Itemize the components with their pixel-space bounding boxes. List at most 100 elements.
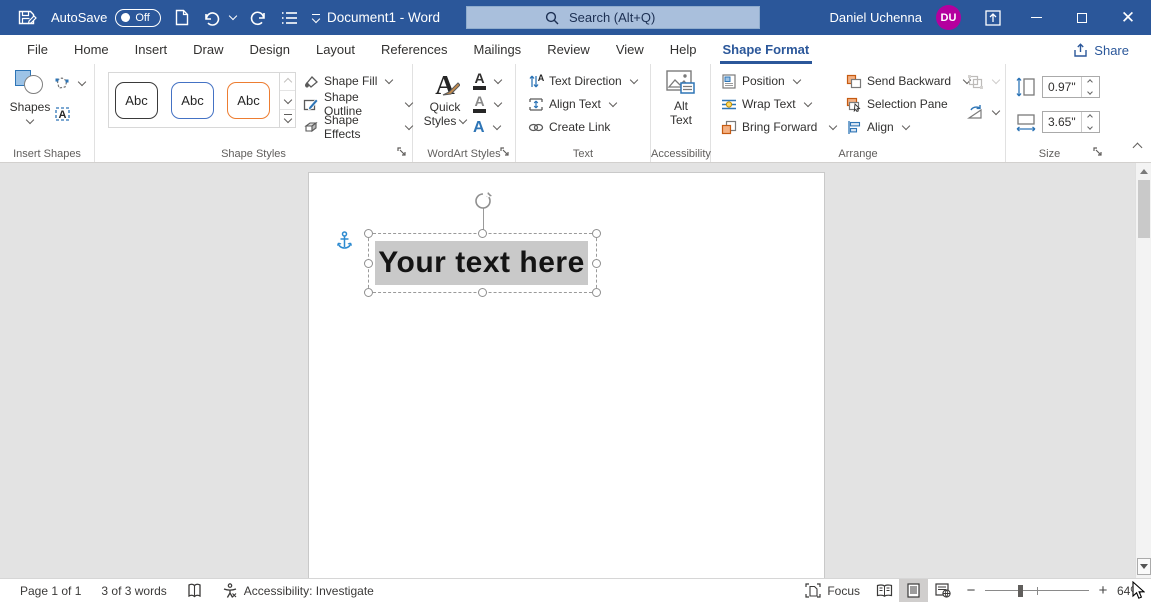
gallery-down-button[interactable] [280, 91, 295, 109]
shape-width-input[interactable] [1043, 115, 1081, 129]
zoom-in-button[interactable]: + [1097, 582, 1109, 599]
gallery-more-button[interactable] [280, 110, 295, 127]
text-effects-button[interactable]: A [473, 116, 501, 138]
align-button[interactable]: Align [846, 116, 970, 138]
shape-effects-button[interactable]: Shape Effects [303, 116, 412, 138]
size-dialog-launcher-icon[interactable] [1093, 147, 1105, 159]
avatar[interactable]: DU [936, 5, 961, 30]
resize-handle-ne[interactable] [592, 229, 601, 238]
resize-handle-w[interactable] [364, 259, 373, 268]
tab-design[interactable]: Design [237, 35, 303, 64]
shape-width-field [1042, 111, 1100, 133]
accessibility-status[interactable]: Accessibility: Investigate [212, 579, 384, 602]
autosave-control[interactable]: AutoSave Off [51, 9, 161, 27]
create-link-button[interactable]: Create Link [528, 116, 637, 138]
tab-references[interactable]: References [368, 35, 460, 64]
autosave-toggle[interactable]: Off [115, 9, 161, 27]
page-indicator[interactable]: Page 1 of 1 [0, 579, 91, 602]
shape-style-blue[interactable]: Abc [171, 82, 214, 119]
shape-height-spinner[interactable] [1081, 77, 1097, 97]
resize-handle-n[interactable] [478, 229, 487, 238]
quick-styles-icon: A [428, 70, 462, 100]
shape-outline-button[interactable]: Shape Outline [303, 93, 412, 115]
quick-styles-button[interactable]: A Quick Styles [419, 70, 471, 128]
edit-shape-icon [54, 76, 70, 91]
bring-forward-chevron-icon[interactable] [829, 121, 837, 129]
alt-text-button[interactable]: Alt Text [659, 70, 703, 127]
shape-height-icon [1016, 77, 1036, 97]
alt-text-label-1: Alt [674, 99, 688, 113]
tab-view[interactable]: View [603, 35, 657, 64]
redo-icon[interactable] [250, 10, 267, 26]
print-layout-icon [907, 583, 920, 598]
wrap-text-button[interactable]: Wrap Text [721, 93, 836, 115]
proofing-status[interactable] [177, 579, 212, 602]
resize-handle-se[interactable] [592, 288, 601, 297]
tab-home[interactable]: Home [61, 35, 122, 64]
new-document-icon[interactable] [175, 9, 189, 26]
maximize-button[interactable] [1059, 0, 1105, 35]
search-box[interactable] [466, 6, 760, 29]
shape-style-orange[interactable]: Abc [227, 82, 270, 119]
save-icon[interactable] [18, 9, 37, 26]
rotate-handle[interactable] [473, 191, 493, 210]
web-layout-button[interactable] [928, 579, 957, 602]
collapse-ribbon-icon[interactable] [1130, 138, 1141, 156]
scroll-up-button[interactable] [1137, 164, 1151, 179]
focus-button[interactable]: Focus [795, 579, 870, 602]
selected-text-box[interactable]: Your text here [368, 233, 597, 293]
tab-mailings[interactable]: Mailings [461, 35, 535, 64]
resize-handle-e[interactable] [592, 259, 601, 268]
customize-qat-icon[interactable] [312, 14, 320, 22]
selection-pane-button[interactable]: Selection Pane [846, 93, 970, 115]
bullet-list-icon[interactable] [281, 11, 298, 25]
tab-shape-format[interactable]: Shape Format [710, 35, 823, 64]
ribbon-display-options-icon[interactable] [985, 10, 1001, 26]
tab-draw[interactable]: Draw [180, 35, 236, 64]
tab-layout[interactable]: Layout [303, 35, 368, 64]
position-button[interactable]: Position [721, 70, 836, 92]
scrollbar-thumb[interactable] [1138, 180, 1150, 238]
text-fill-button[interactable]: A [473, 70, 501, 92]
tab-insert[interactable]: Insert [122, 35, 181, 64]
send-backward-button[interactable]: Send Backward [846, 70, 970, 92]
text-box-text[interactable]: Your text here [375, 241, 588, 285]
undo-button[interactable] [203, 7, 236, 29]
text-direction-button[interactable]: A Text Direction [528, 70, 637, 92]
draw-text-box-button[interactable]: A [54, 103, 85, 125]
shape-fill-button[interactable]: Shape Fill [303, 70, 412, 92]
user-name[interactable]: Daniel Uchenna [829, 10, 922, 25]
close-button[interactable]: ✕ [1105, 0, 1151, 35]
zoom-out-button[interactable]: − [965, 582, 977, 599]
shape-width-spinner[interactable] [1081, 112, 1097, 132]
tab-help[interactable]: Help [657, 35, 710, 64]
web-layout-icon [935, 583, 951, 598]
gallery-up-button[interactable] [280, 73, 295, 91]
read-mode-button[interactable] [870, 579, 899, 602]
vertical-scrollbar[interactable] [1135, 163, 1151, 578]
search-input[interactable] [569, 10, 729, 25]
zoom-slider-thumb[interactable] [1018, 585, 1023, 597]
resize-handle-sw[interactable] [364, 288, 373, 297]
undo-chevron-icon[interactable] [229, 12, 237, 20]
group-label-insert-shapes: Insert Shapes [0, 148, 94, 160]
print-layout-button[interactable] [899, 579, 928, 602]
text-outline-button[interactable]: A [473, 93, 501, 115]
edit-shape-button[interactable] [54, 72, 85, 94]
resize-handle-nw[interactable] [364, 229, 373, 238]
tab-file[interactable]: File [14, 35, 61, 64]
resize-handle-s[interactable] [478, 288, 487, 297]
shape-height-input[interactable] [1043, 80, 1081, 94]
shapes-button[interactable]: Shapes [8, 70, 52, 123]
tab-review[interactable]: Review [534, 35, 603, 64]
scroll-down-button[interactable] [1137, 558, 1151, 575]
rotate-button[interactable] [967, 101, 999, 123]
minimize-button[interactable] [1013, 0, 1059, 35]
shape-style-black[interactable]: Abc [115, 82, 158, 119]
word-count[interactable]: 3 of 3 words [91, 579, 176, 602]
share-button[interactable]: Share [1065, 38, 1137, 62]
group-label-shape-styles: Shape Styles [95, 148, 412, 160]
zoom-slider[interactable] [985, 579, 1089, 602]
bring-forward-button[interactable]: Bring Forward [721, 116, 836, 138]
align-text-button[interactable]: Align Text [528, 93, 637, 115]
